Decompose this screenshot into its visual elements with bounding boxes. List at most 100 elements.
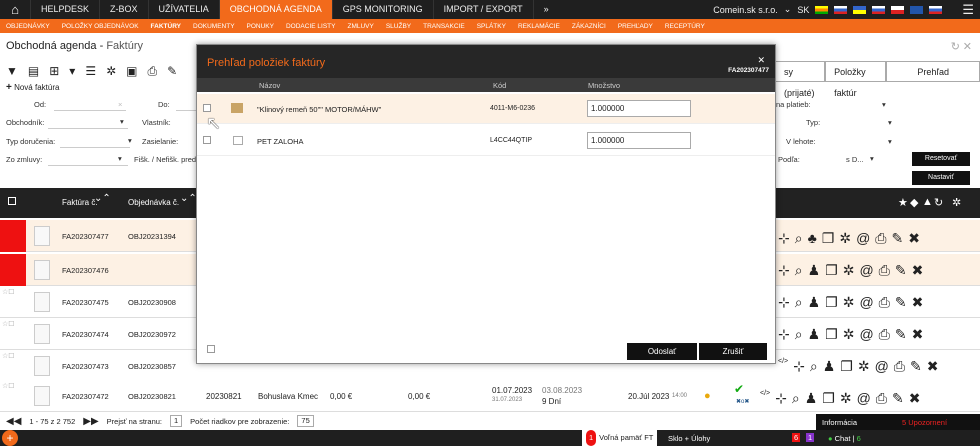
document-icon[interactable] (34, 260, 50, 280)
edit-icon[interactable]: ✎ (910, 358, 922, 375)
cell-objednavka[interactable]: OBJ20231394 (128, 232, 176, 241)
subnav-polozky-objednavok[interactable]: POLOŽKY OBJEDNÁVOK (56, 23, 145, 30)
plus-icon[interactable]: ⊹ (775, 390, 787, 407)
zo-zmluvy-select[interactable] (48, 153, 128, 166)
copy-icon[interactable]: ❐ (822, 230, 835, 247)
close-icon[interactable]: ✕ (963, 40, 972, 53)
quantity-input[interactable]: 1.000000 (587, 100, 691, 117)
cell-objednavka[interactable]: OBJ20230908 (128, 298, 176, 307)
settings-icon[interactable]: ✲ (840, 390, 852, 407)
tab-helpdesk[interactable]: HELPDESK (30, 0, 99, 19)
subnav-zakaznici[interactable]: ZÁKAZNÍCI (566, 23, 612, 30)
tab-prijate[interactable]: sy (prijaté) (776, 61, 826, 98)
plus-icon[interactable]: ⊹ (793, 358, 805, 375)
delete-icon[interactable]: ✖ (909, 390, 921, 407)
settings-icon[interactable]: ✲ (843, 262, 855, 279)
badge-purple[interactable]: 1 (806, 433, 815, 442)
date-from-input[interactable] (54, 98, 126, 111)
flag-icon[interactable] (815, 5, 829, 14)
tab-polozky-faktur[interactable]: Položky faktúr (825, 61, 887, 98)
row-star-icon[interactable]: ☆☐ (0, 380, 26, 412)
tag-icon[interactable]: ◆ (910, 196, 918, 209)
plus-icon[interactable]: ⊹ (778, 294, 790, 311)
xox-icon[interactable]: ✖o✖ (736, 398, 749, 405)
tab-gps[interactable]: GPS MONITORING (331, 0, 433, 19)
select-all-checkbox[interactable] (207, 345, 215, 353)
cell-objednavka[interactable]: OBJ20230972 (128, 330, 176, 339)
print-icon[interactable]: ⎙ (148, 64, 158, 79)
sort-icon[interactable]: ⌄⌃ (94, 193, 111, 204)
edit-icon[interactable]: ✎ (895, 326, 907, 343)
edit-icon[interactable]: ✎ (892, 390, 904, 407)
user-icon[interactable]: ♟ (823, 358, 836, 375)
chevron-down-icon[interactable]: ▾ (888, 118, 892, 127)
at-icon[interactable]: @ (857, 390, 871, 407)
subnav-prehlady[interactable]: PREHĽADY (612, 23, 659, 30)
search-icon[interactable]: ⌕ (795, 230, 803, 247)
users-icon[interactable]: ♣ (808, 230, 817, 247)
gear-icon[interactable]: ✲ (106, 64, 116, 79)
row-marker[interactable] (0, 254, 26, 286)
home-icon[interactable]: ⌂ (0, 0, 30, 19)
cell-objednavka[interactable]: OBJ20230821 (128, 392, 176, 401)
col-objednavka[interactable]: Objednávka č. (128, 198, 179, 207)
subnav-transakcie[interactable]: TRANSAKCIE (417, 23, 471, 30)
delete-icon[interactable]: ✖ (912, 294, 924, 311)
user-icon[interactable]: ♟ (808, 326, 821, 343)
edit-icon[interactable]: ✎ (167, 64, 177, 79)
flag-icon[interactable] (910, 5, 924, 14)
copy-icon[interactable]: ❐ (825, 294, 838, 311)
tab-more[interactable]: » (532, 0, 559, 19)
copy-icon[interactable]: ❐ (822, 390, 835, 407)
rows-count-select[interactable]: 75 (297, 415, 314, 427)
delete-icon[interactable]: ✖ (912, 326, 924, 343)
user-icon[interactable]: ♟ (805, 390, 818, 407)
nastavit-button[interactable]: Nastaviť (912, 171, 970, 185)
next-page-icon[interactable]: ▶▶ (83, 416, 98, 427)
alerts-label[interactable]: 5 Upozornení (902, 418, 947, 427)
chevron-down-icon[interactable]: ▾ (882, 100, 886, 109)
delete-icon[interactable]: ✖ (908, 230, 920, 247)
flag-icon[interactable] (853, 5, 867, 14)
clear-icon[interactable]: × (118, 100, 122, 109)
cancel-button[interactable]: Zrušiť (699, 343, 767, 360)
plus-icon[interactable]: ⊹ (778, 326, 790, 343)
document-icon[interactable] (34, 386, 50, 406)
col-faktura[interactable]: Faktúra č. (62, 198, 98, 207)
at-icon[interactable]: @ (859, 262, 873, 279)
html-icon[interactable]: </> (760, 390, 770, 407)
tasks-label[interactable]: Sklo + Úlohy (668, 434, 710, 443)
subnav-faktury[interactable]: FAKTÚRY (145, 23, 187, 30)
tab-zbox[interactable]: Z-BOX (99, 0, 148, 19)
document-icon[interactable] (34, 292, 50, 312)
podla-select[interactable]: s D... (846, 155, 864, 164)
refresh-icon[interactable]: ↻ (934, 196, 943, 209)
new-invoice-button[interactable]: + Nová faktúra (6, 82, 59, 93)
search-icon[interactable]: ⌕ (795, 294, 803, 311)
chevron-down-icon[interactable]: ▾ (888, 137, 892, 146)
flag-icon[interactable] (834, 5, 848, 14)
company-name[interactable]: Comein.sk s.r.o. (713, 5, 778, 15)
date-to-input[interactable] (176, 98, 196, 111)
delete-icon[interactable]: ✖ (927, 358, 939, 375)
clipboard-icon[interactable]: ▤ (28, 64, 39, 79)
settings-icon[interactable]: ✲ (839, 230, 851, 247)
grid-icon[interactable]: ⊞ (49, 64, 59, 79)
print-icon[interactable]: ⎙ (879, 294, 890, 311)
subnav-dodacie-listy[interactable]: DODACIE LISTY (280, 23, 341, 30)
row-star-icon[interactable]: ☆☐ (0, 286, 26, 318)
reset-button[interactable]: Resetovať (912, 152, 970, 166)
edit-icon[interactable]: ✎ (895, 294, 907, 311)
document-icon[interactable] (34, 226, 50, 246)
search-icon[interactable]: ⌕ (795, 262, 803, 279)
document-icon[interactable] (34, 324, 50, 344)
subnav-receptury[interactable]: RECEPTÚRY (659, 23, 711, 30)
first-page-icon[interactable]: ◀◀ (6, 416, 21, 427)
search-icon[interactable]: ⌕ (795, 326, 803, 343)
settings-icon[interactable]: ✲ (858, 358, 870, 375)
document-icon[interactable] (34, 356, 50, 376)
row-star-icon[interactable]: ☆☐ (0, 350, 26, 382)
row-star-icon[interactable]: ☆☐ (0, 318, 26, 350)
html-icon[interactable]: </> (778, 358, 788, 375)
tab-obchodna-agenda[interactable]: OBCHODNÁ AGENDA (218, 0, 332, 19)
